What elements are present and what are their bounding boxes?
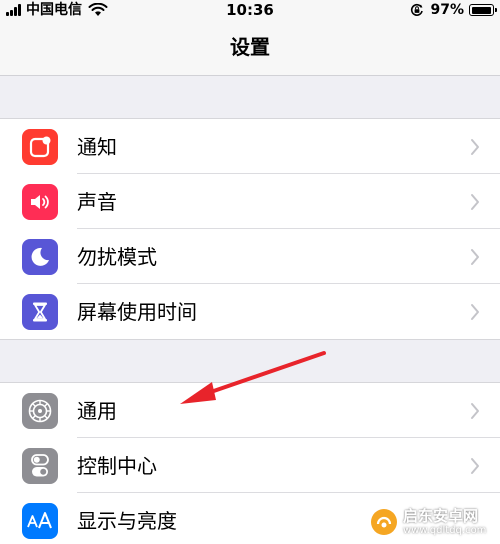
settings-row-label: 通用 [77, 399, 117, 423]
moon-icon [22, 239, 58, 275]
orientation-lock-icon [411, 3, 424, 16]
text-size-icon [22, 503, 58, 539]
settings-row-notifications[interactable]: 通知 [0, 119, 500, 174]
settings-row-label: 显示与亮度 [77, 509, 177, 533]
status-right: 97% [410, 2, 497, 18]
settings-row-label: 屏幕使用时间 [77, 300, 197, 324]
notification-icon [22, 129, 58, 165]
watermark-url: www.qdltdq.com [403, 524, 487, 536]
speaker-icon [22, 184, 58, 220]
battery-percent: 97% [430, 2, 464, 18]
battery-fill [471, 6, 491, 14]
battery-icon [469, 4, 497, 16]
settings-row-screen-time[interactable]: 屏幕使用时间 [0, 284, 500, 339]
page-title: 设置 [230, 35, 270, 59]
watermark-text: 启东安卓网 www.qdltdq.com [403, 506, 487, 536]
toggles-icon [22, 448, 58, 484]
status-bar: 中国电信 10:36 97% [0, 0, 500, 20]
settings-row-do-not-disturb[interactable]: 勿扰模式 [0, 229, 500, 284]
chevron-right-icon [471, 139, 479, 155]
hourglass-icon [22, 294, 58, 330]
chevron-right-icon [471, 403, 479, 419]
settings-row-control-center[interactable]: 控制中心 [0, 438, 500, 493]
settings-row-sounds[interactable]: 声音 [0, 174, 500, 229]
settings-row-label: 通知 [77, 135, 117, 159]
settings-row-label: 勿扰模式 [77, 245, 157, 269]
chevron-right-icon [471, 249, 479, 265]
settings-row-label: 控制中心 [77, 454, 157, 478]
chevron-right-icon [471, 304, 479, 320]
watermark-name: 启东安卓网 [403, 506, 479, 525]
settings-row-label: 声音 [77, 190, 117, 214]
watermark-logo-icon [371, 509, 397, 535]
chevron-right-icon [471, 194, 479, 210]
settings-group-1: 通知 声音 勿扰模式 屏幕使用时间 [0, 118, 500, 340]
nav-bar: 设置 [0, 20, 500, 76]
gear-icon [22, 393, 58, 429]
watermark: 启东安卓网 www.qdltdq.com [370, 505, 486, 539]
chevron-right-icon [471, 458, 479, 474]
settings-row-general[interactable]: 通用 [0, 383, 500, 438]
